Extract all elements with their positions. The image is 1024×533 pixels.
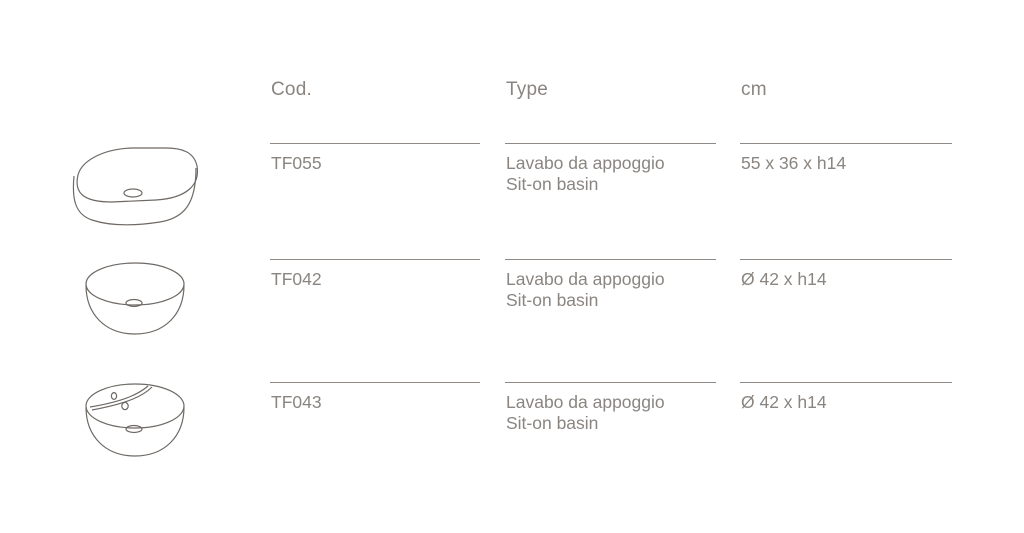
row-type: Lavabo da appoggio Sit-on basin — [506, 269, 665, 311]
row-size: Ø 42 x h14 — [741, 392, 827, 412]
row-size: Ø 42 x h14 — [741, 269, 827, 289]
round-basin-icon — [82, 260, 188, 340]
row-type: Lavabo da appoggio Sit-on basin — [506, 392, 665, 434]
row-code: TF043 — [271, 392, 322, 412]
row-divider — [270, 143, 480, 144]
row-divider — [740, 259, 952, 260]
type-english: Sit-on basin — [506, 290, 599, 310]
type-english: Sit-on basin — [506, 413, 599, 433]
row-divider — [505, 143, 716, 144]
row-type: Lavabo da appoggio Sit-on basin — [506, 153, 665, 195]
row-divider — [740, 143, 952, 144]
type-italian: Lavabo da appoggio — [506, 153, 665, 173]
header-size: cm — [741, 79, 767, 100]
row-code: TF055 — [271, 153, 322, 173]
row-code: TF042 — [271, 269, 322, 289]
row-divider — [505, 259, 716, 260]
header-type: Type — [506, 79, 548, 100]
row-divider — [270, 259, 480, 260]
row-divider — [505, 382, 716, 383]
round-basin-with-tap-holes-icon — [82, 379, 188, 461]
type-italian: Lavabo da appoggio — [506, 269, 665, 289]
oval-basin-icon — [70, 142, 200, 232]
row-size: 55 x 36 x h14 — [741, 153, 847, 173]
header-code: Cod. — [271, 79, 312, 100]
row-divider — [270, 382, 480, 383]
type-english: Sit-on basin — [506, 174, 599, 194]
row-divider — [740, 382, 952, 383]
type-italian: Lavabo da appoggio — [506, 392, 665, 412]
